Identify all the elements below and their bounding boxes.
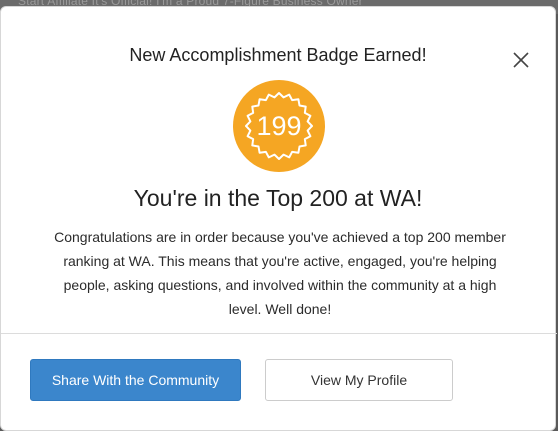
badge-number: 199 bbox=[256, 111, 302, 141]
achievement-description: Congratulations are in order because you… bbox=[54, 229, 506, 317]
dialog-title: New Accomplishment Badge Earned! bbox=[129, 45, 427, 65]
close-icon[interactable] bbox=[509, 48, 533, 72]
achievement-heading: You're in the Top 200 at WA! bbox=[133, 185, 423, 211]
view-my-profile-button[interactable]: View My Profile bbox=[265, 359, 453, 401]
share-with-community-button[interactable]: Share With the Community bbox=[30, 359, 241, 401]
footer-divider bbox=[1, 333, 557, 334]
badge-icon: 199 bbox=[233, 80, 325, 172]
badge-dialog: New Accomplishment Badge Earned! 199 You… bbox=[0, 6, 557, 431]
